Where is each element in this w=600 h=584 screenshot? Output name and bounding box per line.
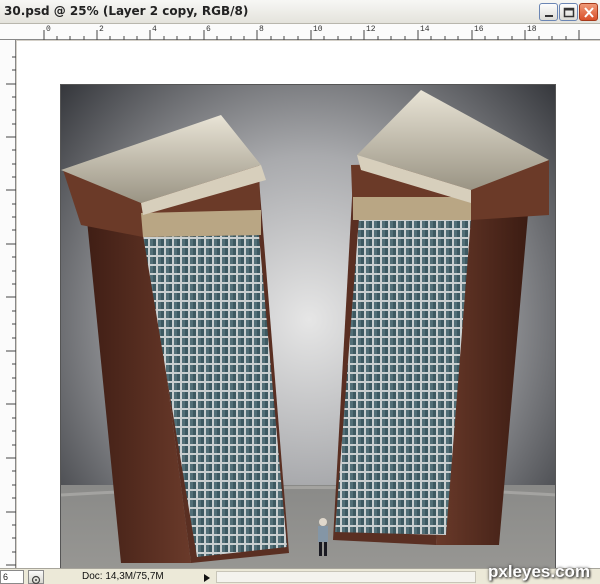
maximize-button[interactable] (559, 3, 578, 21)
ruler-label: 12 (366, 25, 376, 34)
horizontal-scrollbar[interactable] (216, 571, 476, 583)
ruler-label: 0 (46, 25, 51, 34)
ruler-vertical[interactable] (0, 40, 16, 568)
window-title: 30.psd @ 25% (Layer 2 copy, RGB/8) (4, 4, 249, 18)
close-icon (584, 7, 594, 18)
ruler-label: 2 (99, 25, 104, 34)
watermark-logo: pxleyes.com (488, 562, 591, 581)
minimize-icon (545, 15, 553, 17)
artwork-image (61, 85, 555, 584)
ruler-label: 4 (152, 25, 157, 34)
navigator-glyph (31, 575, 41, 584)
ruler-label: 18 (527, 25, 537, 34)
arrow-right-icon (204, 574, 210, 582)
close-button[interactable] (579, 3, 598, 21)
ruler-ticks (43, 30, 580, 40)
document-size-info: Doc: 14,3M/75,7M (82, 571, 164, 582)
ruler-label: 14 (420, 25, 430, 34)
ruler-label: 10 (313, 25, 323, 34)
ruler-label: 6 (206, 25, 211, 34)
document-canvas[interactable] (60, 84, 556, 584)
maximize-icon (563, 7, 575, 18)
ruler-label: 16 (474, 25, 484, 34)
zoom-level-field[interactable]: 6 (0, 570, 24, 584)
ruler-horizontal[interactable]: 0 2 4 6 8 10 12 14 16 18 (0, 24, 600, 40)
status-menu-button[interactable] (200, 570, 214, 584)
navigator-icon[interactable] (28, 570, 44, 584)
document-workspace[interactable] (17, 41, 600, 584)
minimize-button[interactable] (539, 3, 558, 21)
ruler-label: 8 (259, 25, 264, 34)
ruler-ticks-vertical (6, 56, 16, 566)
window-titlebar[interactable]: 30.psd @ 25% (Layer 2 copy, RGB/8) (0, 0, 600, 24)
